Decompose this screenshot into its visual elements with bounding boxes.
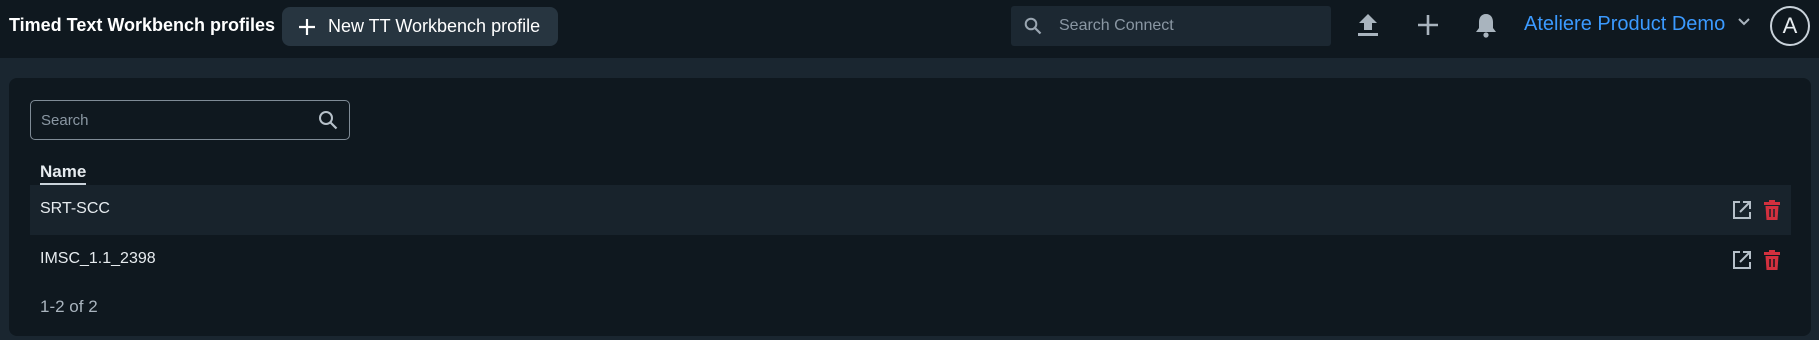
search-icon[interactable] (318, 110, 338, 130)
add-icon[interactable] (1414, 11, 1442, 39)
workspace-selector[interactable]: Ateliere Product Demo (1524, 13, 1751, 39)
bell-icon[interactable] (1472, 11, 1500, 39)
new-profile-button-label: New TT Workbench profile (328, 16, 541, 36)
top-bar: Timed Text Workbench profiles New TT Wor… (0, 0, 1819, 58)
column-header-name[interactable]: Name (40, 162, 87, 185)
profiles-panel: Name SRT-SCC IMSC_1.1_2398 1-2 of 2 (9, 78, 1811, 336)
page-title: Timed Text Workbench profiles (9, 15, 276, 35)
upload-icon[interactable] (1354, 11, 1382, 39)
global-search[interactable] (1011, 6, 1331, 46)
search-icon (1024, 17, 1042, 35)
list-search[interactable] (30, 100, 350, 140)
chevron-down-icon (1738, 18, 1750, 26)
list-search-input[interactable] (41, 101, 301, 139)
open-external-icon[interactable] (1731, 249, 1753, 271)
profile-name[interactable]: IMSC_1.1_2398 (40, 250, 156, 268)
profile-name[interactable]: SRT-SCC (40, 200, 110, 218)
trash-icon[interactable] (1761, 199, 1783, 221)
table-row[interactable]: IMSC_1.1_2398 (30, 235, 1791, 285)
table-row[interactable]: SRT-SCC (30, 185, 1791, 235)
new-profile-button[interactable]: New TT Workbench profile (282, 7, 558, 46)
pagination-status: 1-2 of 2 (40, 297, 98, 316)
trash-icon[interactable] (1761, 249, 1783, 271)
plus-icon (299, 19, 315, 35)
global-search-input[interactable] (1059, 6, 1319, 46)
avatar[interactable]: A (1770, 6, 1810, 46)
open-external-icon[interactable] (1731, 199, 1753, 221)
workspace-name: Ateliere Product Demo (1524, 13, 1726, 35)
